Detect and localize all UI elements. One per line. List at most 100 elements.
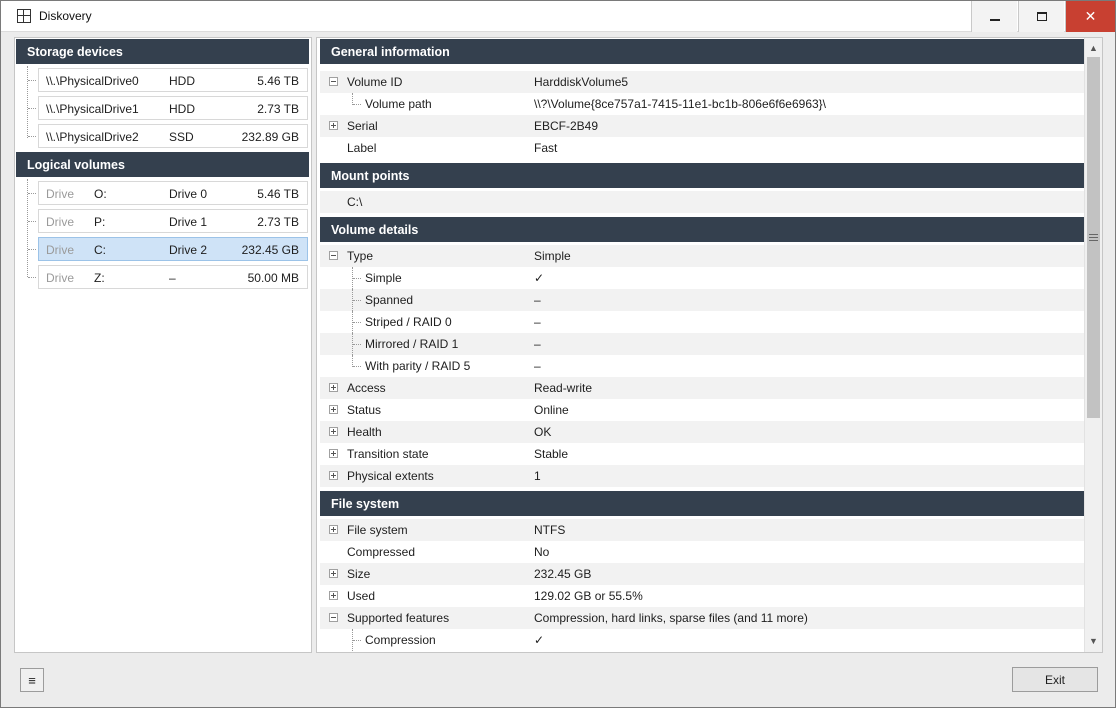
- prop-key: Health: [347, 425, 382, 439]
- expand-icon[interactable]: [329, 569, 338, 578]
- expand-icon[interactable]: [329, 591, 338, 600]
- prop-value: Simple: [534, 249, 571, 263]
- expand-icon[interactable]: [329, 471, 338, 480]
- device-type: HDD: [169, 74, 195, 88]
- prop-row-transition[interactable]: Transition state Stable: [320, 443, 1084, 465]
- device-name: \\.\PhysicalDrive0: [46, 74, 139, 88]
- volume-size: 2.73 TB: [257, 215, 299, 229]
- prop-key: Volume ID: [347, 75, 403, 89]
- prop-row-status[interactable]: Status Online: [320, 399, 1084, 421]
- prop-row-extents[interactable]: Physical extents 1: [320, 465, 1084, 487]
- prop-row-size[interactable]: Size 232.45 GB: [320, 563, 1084, 585]
- expand-icon[interactable]: [329, 121, 338, 130]
- device-name: \\.\PhysicalDrive2: [46, 130, 139, 144]
- collapse-icon[interactable]: [329, 613, 338, 622]
- prop-value: 232.45 GB: [534, 567, 592, 581]
- prop-value: Read-write: [534, 381, 593, 395]
- volume-letter: C:: [94, 243, 106, 257]
- tree-connector: [353, 300, 361, 301]
- volume-name: Drive 0: [169, 187, 208, 201]
- prop-row-supported-features[interactable]: Supported features Compression, hard lin…: [320, 607, 1084, 629]
- volume-name: –: [169, 271, 176, 285]
- tree-connector: [28, 221, 36, 222]
- expand-icon[interactable]: [329, 525, 338, 534]
- grip-icon: [1089, 234, 1098, 241]
- prop-row-access[interactable]: Access Read-write: [320, 377, 1084, 399]
- prop-row-parity[interactable]: With parity / RAID 5 –: [320, 355, 1084, 377]
- storage-device-row[interactable]: \\.\PhysicalDrive0 HDD 5.46 TB: [38, 68, 308, 92]
- volume-row[interactable]: Drive O: Drive 0 5.46 TB: [38, 181, 308, 205]
- prop-row-file-system[interactable]: File system NTFS: [320, 519, 1084, 541]
- prop-row-label[interactable]: Label Fast: [320, 137, 1084, 159]
- device-name: \\.\PhysicalDrive1: [46, 102, 139, 116]
- mount-points-header: Mount points: [320, 163, 1084, 188]
- prop-row-mount-point[interactable]: C:\: [320, 191, 1084, 213]
- prop-row-volume-path[interactable]: Volume path \\?\Volume{8ce757a1-7415-11e…: [320, 93, 1084, 115]
- prop-row-striped[interactable]: Striped / RAID 0 –: [320, 311, 1084, 333]
- prop-key: Size: [347, 567, 371, 581]
- scroll-up-icon[interactable]: ▲: [1085, 40, 1102, 57]
- prop-row-health[interactable]: Health OK: [320, 421, 1084, 443]
- prop-key: Supported features: [347, 611, 450, 625]
- prop-row-used[interactable]: Used 129.02 GB or 55.5%: [320, 585, 1084, 607]
- expand-icon[interactable]: [329, 449, 338, 458]
- prop-key: Spanned: [365, 293, 414, 307]
- tree-connector: [353, 104, 361, 105]
- prop-key: Mirrored / RAID 1: [365, 337, 459, 351]
- scroll-down-icon[interactable]: ▼: [1085, 633, 1102, 650]
- volume-kind: Drive: [46, 215, 75, 229]
- volume-row-selected[interactable]: Drive C: Drive 2 232.45 GB: [38, 237, 308, 261]
- exit-button[interactable]: Exit: [1012, 667, 1098, 692]
- tree-connector: [28, 80, 36, 81]
- window-title: Diskovery: [39, 9, 92, 23]
- volume-size: 232.45 GB: [241, 243, 299, 257]
- maximize-button[interactable]: [1018, 1, 1064, 32]
- prop-key: Status: [347, 403, 382, 417]
- prop-key: Volume path: [365, 97, 432, 111]
- tree-connector: [353, 278, 361, 279]
- maximize-icon: [1036, 12, 1047, 21]
- prop-row-compressed[interactable]: Compressed No: [320, 541, 1084, 563]
- prop-value: Online: [534, 403, 569, 417]
- prop-row-simple[interactable]: Simple ✓: [320, 267, 1084, 289]
- volume-letter: P:: [94, 215, 106, 229]
- close-button[interactable]: ✕: [1065, 1, 1115, 32]
- prop-row-serial[interactable]: Serial EBCF-2B49: [320, 115, 1084, 137]
- prop-value: Stable: [534, 447, 569, 461]
- prop-key: Used: [347, 589, 376, 603]
- volume-kind: Drive: [46, 271, 75, 285]
- device-type: HDD: [169, 102, 195, 116]
- prop-value: –: [534, 337, 541, 351]
- volume-row[interactable]: Drive Z: – 50.00 MB: [38, 265, 308, 289]
- prop-row-spanned[interactable]: Spanned –: [320, 289, 1084, 311]
- expand-icon[interactable]: [329, 383, 338, 392]
- prop-row-type[interactable]: Type Simple: [320, 245, 1084, 267]
- storage-device-row[interactable]: \\.\PhysicalDrive1 HDD 2.73 TB: [38, 96, 308, 120]
- expand-icon[interactable]: [329, 427, 338, 436]
- devices-panel: Storage devices \\.\PhysicalDrive0 HDD 5…: [14, 37, 312, 653]
- prop-row-compression[interactable]: Compression ✓: [320, 629, 1084, 651]
- general-information-header: General information: [320, 39, 1084, 64]
- storage-devices-header: Storage devices: [16, 39, 309, 64]
- menu-button[interactable]: ≡: [20, 668, 44, 692]
- device-type: SSD: [169, 130, 194, 144]
- vertical-scrollbar[interactable]: ▲ ▼: [1084, 38, 1102, 652]
- volume-row[interactable]: Drive P: Drive 1 2.73 TB: [38, 209, 308, 233]
- file-system-header: File system: [320, 491, 1084, 516]
- prop-value: \\?\Volume{8ce757a1-7415-11e1-bc1b-806e6…: [534, 97, 827, 111]
- prop-row-mirrored[interactable]: Mirrored / RAID 1 –: [320, 333, 1084, 355]
- storage-device-row[interactable]: \\.\PhysicalDrive2 SSD 232.89 GB: [38, 124, 308, 148]
- scroll-thumb[interactable]: [1087, 57, 1100, 418]
- device-size: 232.89 GB: [241, 130, 299, 144]
- volume-name: Drive 1: [169, 215, 208, 229]
- minimize-button[interactable]: [971, 1, 1017, 32]
- prop-value: Compression, hard links, sparse files (a…: [534, 611, 808, 625]
- collapse-icon[interactable]: [329, 77, 338, 86]
- expand-icon[interactable]: [329, 405, 338, 414]
- prop-row-volume-id[interactable]: Volume ID HarddiskVolume5: [320, 71, 1084, 93]
- prop-key: Type: [347, 249, 374, 263]
- device-size: 5.46 TB: [257, 74, 299, 88]
- collapse-icon[interactable]: [329, 251, 338, 260]
- volume-kind: Drive: [46, 243, 75, 257]
- prop-key: Serial: [347, 119, 378, 133]
